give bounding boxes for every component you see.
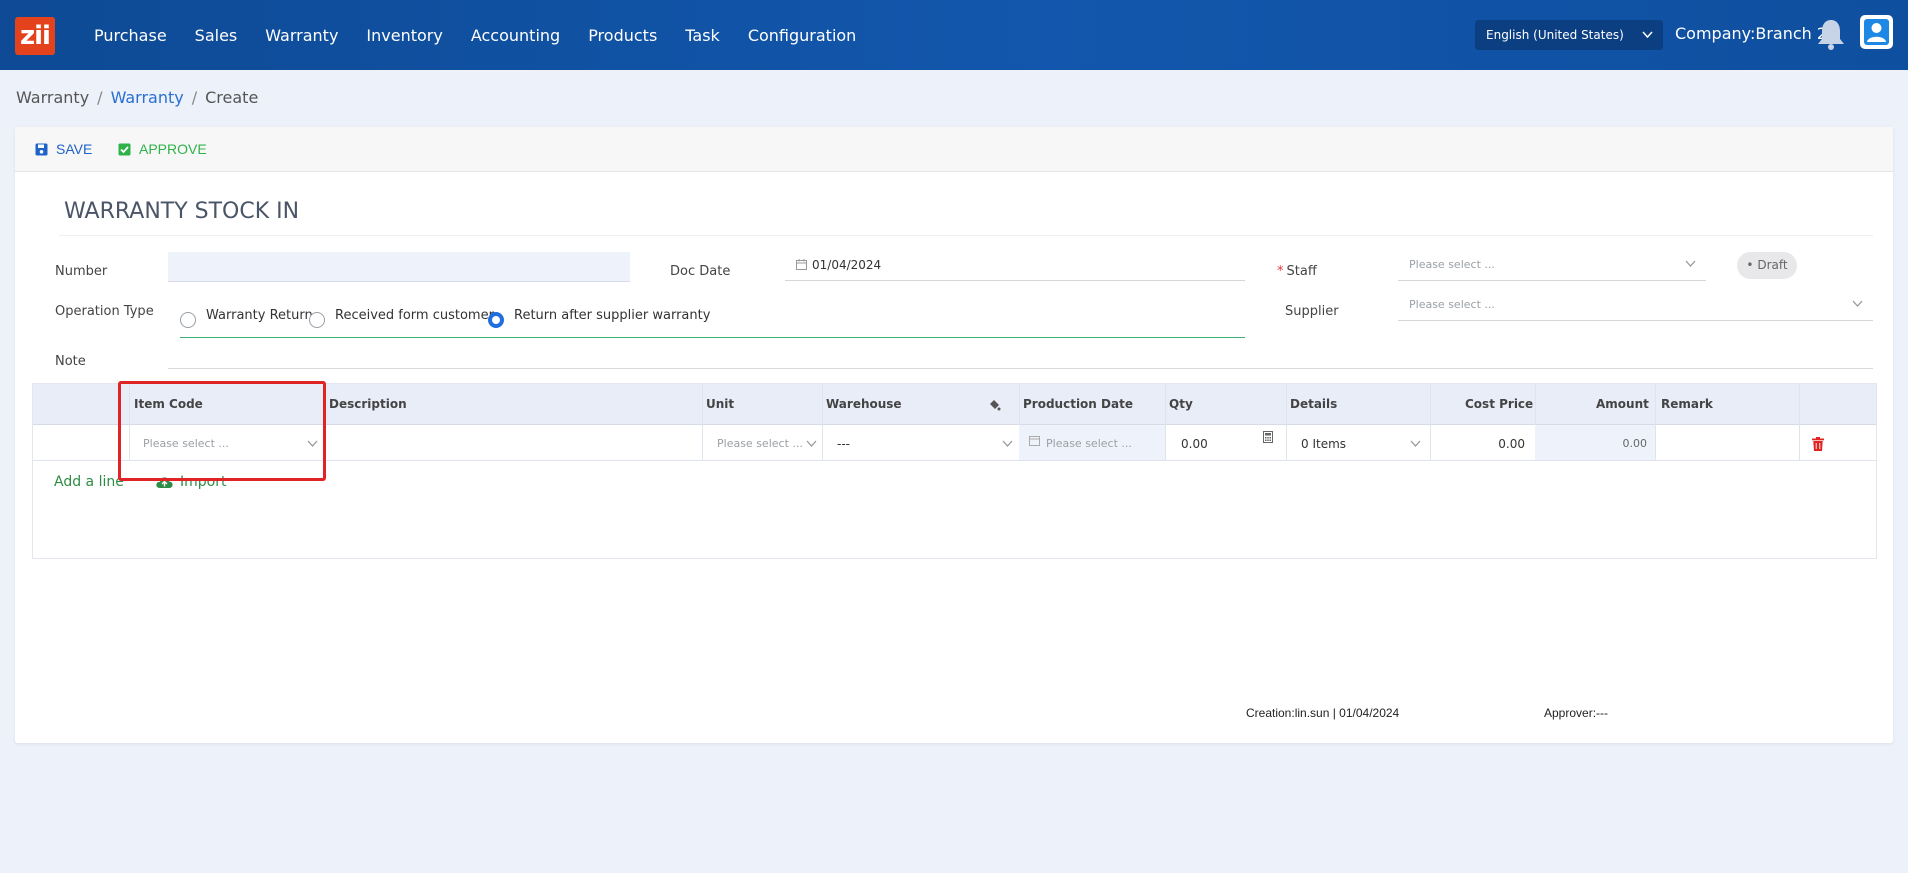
breadcrumb-root: Warranty — [16, 88, 90, 107]
nav-sales[interactable]: Sales — [181, 26, 252, 45]
operation-type-group: Warranty Return Received form customer R… — [180, 300, 1245, 338]
chevron-down-icon — [1852, 300, 1863, 307]
col-details: Details — [1290, 397, 1338, 411]
top-navbar: zii Purchase Sales Warranty Inventory Ac… — [0, 0, 1908, 70]
col-description: Description — [329, 397, 407, 411]
col-production-date: Production Date — [1023, 397, 1133, 411]
supplier-select[interactable]: Please select ... — [1398, 293, 1873, 321]
chevron-down-icon — [806, 440, 817, 447]
doc-date-label: Doc Date — [670, 264, 731, 279]
save-button[interactable]: SAVE — [35, 141, 92, 157]
language-select[interactable]: English (United States) — [1475, 20, 1663, 50]
supplier-placeholder: Please select ... — [1409, 298, 1495, 311]
add-line-label: Add a line — [54, 474, 124, 490]
nav-task[interactable]: Task — [671, 26, 734, 45]
col-amount: Amount — [1596, 397, 1649, 411]
col-warehouse: Warehouse — [826, 397, 902, 411]
approver-info: Approver:--- — [1544, 706, 1609, 720]
chevron-down-icon — [1002, 440, 1013, 447]
note-label: Note — [55, 354, 86, 369]
bell-icon[interactable] — [1815, 17, 1847, 51]
nav-inventory[interactable]: Inventory — [352, 26, 456, 45]
calendar-icon — [1029, 436, 1040, 446]
number-field[interactable] — [168, 252, 630, 282]
title-divider — [59, 235, 1873, 236]
breadcrumb: Warranty / Warranty / Create — [16, 88, 258, 107]
toolbar: SAVE APPROVE — [15, 127, 1893, 172]
cost-price-input[interactable]: 0.00 — [1439, 433, 1525, 455]
operation-type-label: Operation Type — [55, 304, 154, 319]
nav-warranty[interactable]: Warranty — [251, 26, 352, 45]
staff-select[interactable]: Please select ... — [1398, 253, 1706, 281]
chevron-down-icon — [1642, 20, 1653, 62]
page-title: WARRANTY STOCK IN — [64, 199, 300, 224]
status-text: Draft — [1757, 258, 1788, 272]
calendar-icon — [796, 259, 807, 270]
item-code-highlight-box — [118, 381, 326, 481]
trash-icon[interactable] — [1812, 437, 1824, 451]
details-select[interactable]: 0 Items — [1301, 433, 1421, 455]
radio-circle — [309, 312, 325, 328]
col-unit: Unit — [706, 397, 735, 411]
user-avatar[interactable] — [1860, 15, 1893, 49]
breadcrumb-separator: / — [97, 88, 103, 107]
save-label: SAVE — [56, 141, 93, 157]
warehouse-select[interactable]: --- — [837, 433, 1013, 455]
chevron-down-icon — [1410, 440, 1421, 447]
unit-select[interactable]: Please select ... — [717, 433, 817, 455]
nav-purchase[interactable]: Purchase — [80, 26, 181, 45]
radio-circle — [180, 312, 196, 328]
nav-products[interactable]: Products — [574, 26, 671, 45]
breadcrumb-warranty-link[interactable]: Warranty — [111, 88, 184, 107]
radio-return-after-supplier-warranty[interactable]: Return after supplier warranty — [488, 306, 710, 328]
paint-bucket-icon[interactable] — [988, 384, 1001, 425]
creation-info: Creation:lin.sun | 01/04/2024 — [1246, 706, 1400, 720]
calculator-icon[interactable] — [1263, 431, 1273, 443]
company-label: Company:Branch 2 — [1675, 24, 1828, 43]
approve-button[interactable]: APPROVE — [118, 141, 207, 157]
save-icon — [35, 143, 48, 155]
production-date-picker[interactable]: Please select ... — [1029, 433, 1159, 455]
check-square-icon — [118, 143, 131, 155]
number-label: Number — [55, 264, 108, 279]
nav-accounting[interactable]: Accounting — [457, 26, 574, 45]
staff-placeholder: Please select ... — [1409, 258, 1495, 271]
qty-value: 0.00 — [1181, 437, 1208, 451]
details-value: 0 Items — [1301, 437, 1347, 451]
production-date-placeholder: Please select ... — [1046, 437, 1132, 450]
add-line-button[interactable]: Add a line — [54, 474, 124, 490]
col-qty: Qty — [1169, 397, 1193, 411]
staff-label: * Staff — [1277, 264, 1317, 279]
radio-label: Return after supplier warranty — [514, 307, 711, 323]
staff-label-text: Staff — [1286, 264, 1317, 279]
radio-label: Received form customer — [335, 307, 494, 323]
col-cost-price: Cost Price — [1465, 397, 1534, 411]
warehouse-value: --- — [837, 437, 850, 451]
radio-warranty-return[interactable]: Warranty Return — [180, 306, 313, 328]
main-nav: Purchase Sales Warranty Inventory Accoun… — [80, 0, 870, 70]
note-field[interactable] — [168, 368, 1873, 369]
approve-label: APPROVE — [139, 141, 207, 157]
radio-received-form-customer[interactable]: Received form customer — [309, 306, 494, 328]
cost-price-value: 0.00 — [1498, 437, 1525, 451]
supplier-label: Supplier — [1285, 304, 1339, 319]
breadcrumb-current: Create — [205, 88, 259, 107]
doc-date-value: 01/04/2024 — [812, 258, 882, 272]
unit-placeholder: Please select ... — [717, 437, 803, 450]
app-logo[interactable]: zii — [15, 17, 55, 55]
chevron-down-icon — [1685, 260, 1696, 267]
radio-label: Warranty Return — [206, 307, 313, 323]
nav-configuration[interactable]: Configuration — [734, 26, 871, 45]
qty-input[interactable]: 0.00 — [1181, 431, 1281, 455]
status-badge: • Draft — [1737, 252, 1797, 279]
amount-value: 0.00 — [1622, 437, 1648, 450]
description-input[interactable] — [331, 433, 696, 455]
breadcrumb-separator: / — [191, 88, 198, 107]
remark-input[interactable] — [1663, 433, 1793, 455]
language-value: English (United States) — [1486, 28, 1624, 42]
doc-date-field[interactable]: 01/04/2024 — [785, 254, 1245, 281]
col-remark: Remark — [1661, 397, 1713, 411]
radio-circle-selected — [488, 312, 504, 328]
